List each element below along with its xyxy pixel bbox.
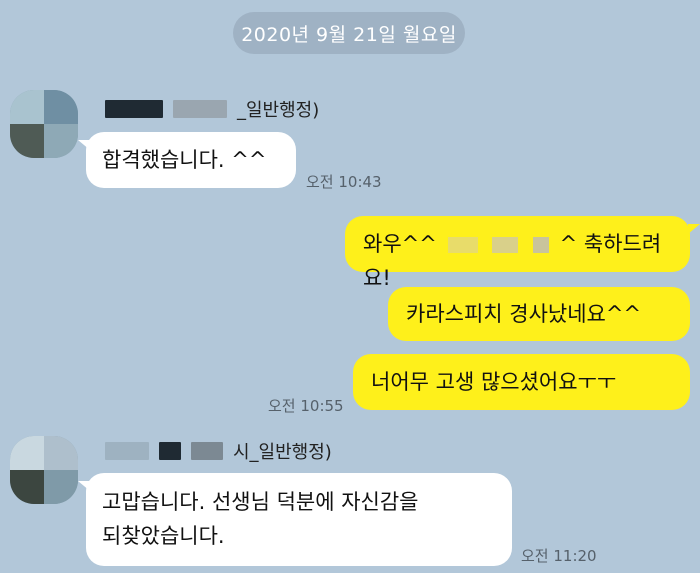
sender-name: _일반행정)	[105, 95, 319, 123]
bubble-tail	[78, 140, 90, 150]
message-timestamp: 오전 10:55	[268, 397, 344, 415]
message-text-prefix: 와우^^	[363, 232, 437, 256]
sender-name-suffix: _일반행정)	[237, 100, 320, 121]
incoming-message-bubble[interactable]: 합격했습니다. ^^	[86, 132, 296, 188]
redacted-name-block	[191, 442, 223, 460]
outgoing-message-bubble[interactable]: 카라스피치 경사났네요^^	[388, 287, 690, 341]
bubble-tail	[78, 481, 90, 491]
message-text: 카라스피치 경사났네요^^	[406, 302, 642, 326]
redacted-text-block	[532, 237, 549, 253]
redacted-name-block	[105, 100, 163, 118]
redacted-name-block	[173, 100, 227, 118]
outgoing-message-bubble[interactable]: 너어무 고생 많으셨어요ㅜㅜ	[353, 354, 690, 410]
message-timestamp: 오전 11:20	[521, 547, 597, 565]
incoming-message-bubble[interactable]: 고맙습니다. 선생님 덕분에 자신감을 되찾았습니다.	[86, 473, 512, 566]
message-text-line: 고맙습니다. 선생님 덕분에 자신감을	[102, 490, 419, 514]
sender-avatar[interactable]	[10, 436, 78, 504]
redacted-text-block	[492, 237, 519, 253]
outgoing-message-bubble[interactable]: 와우^^ ^ 축하드려요!	[345, 216, 690, 290]
message-text: 합격했습니다. ^^	[102, 148, 267, 172]
redacted-name-block	[159, 442, 181, 460]
sender-name: 시_일반행정)	[105, 437, 332, 465]
date-divider: 2020년 9월 21일 월요일	[233, 12, 465, 54]
redacted-text-block	[447, 237, 478, 253]
redacted-name-block	[105, 442, 149, 460]
bubble-tail	[688, 224, 700, 234]
message-text: 너어무 고생 많으셨어요ㅜㅜ	[371, 370, 617, 394]
message-timestamp: 오전 10:43	[306, 173, 382, 191]
message-text-line: 되찾았습니다.	[102, 524, 225, 548]
sender-name-suffix: 시_일반행정)	[233, 442, 332, 463]
sender-avatar[interactable]	[10, 90, 78, 158]
